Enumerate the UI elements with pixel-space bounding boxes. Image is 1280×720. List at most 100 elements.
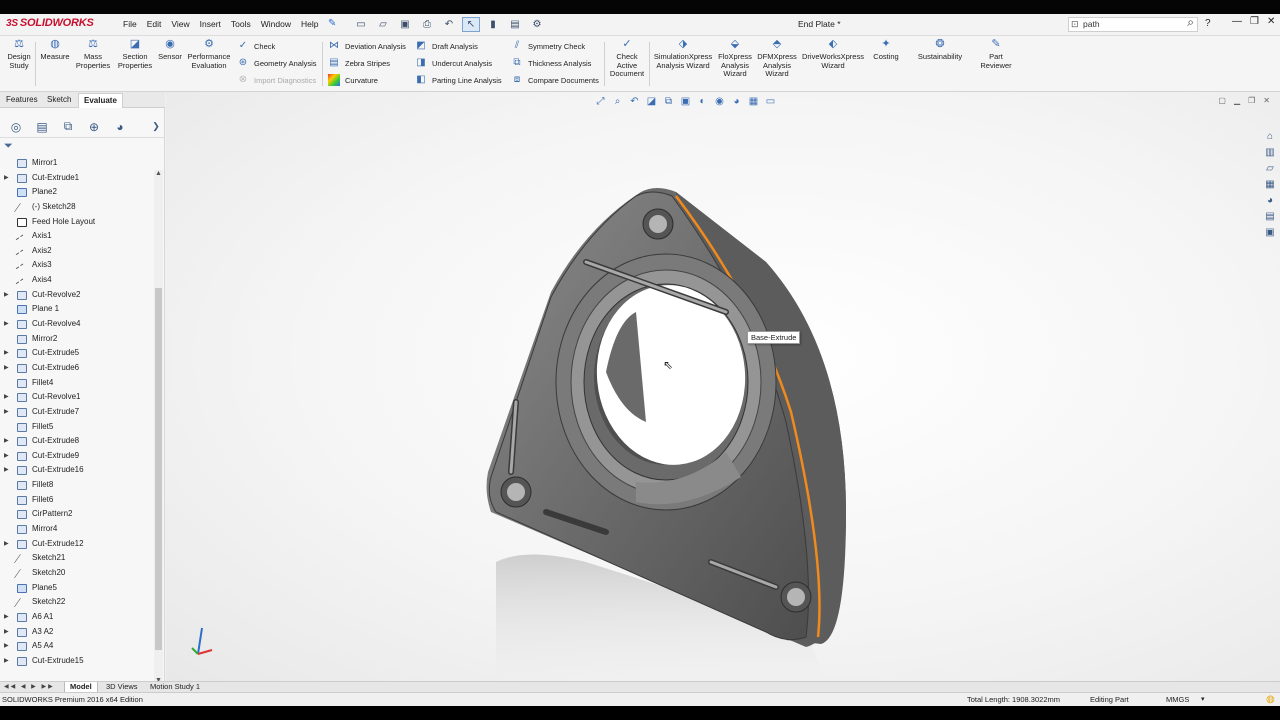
sustainability-button[interactable]: ❂ Sustainability [912,38,968,62]
save-icon[interactable]: ▣ [396,17,414,32]
viewport-tile-icon[interactable]: ▢ [1218,96,1226,105]
search-commands-input[interactable]: ⊡ path ⌕ [1068,16,1198,32]
tree-item[interactable]: Mirror2 [0,332,153,347]
expand-arrow-icon[interactable]: ▶ [4,405,9,420]
check-button[interactable]: ✓ Check [237,40,275,52]
feature-manager-icon[interactable]: ◎ [8,120,24,134]
tree-item[interactable]: Fillet4 [0,376,153,391]
expand-arrow-icon[interactable]: ▶ [4,361,9,376]
tree-item[interactable]: Axis3 [0,258,153,277]
menu-view[interactable]: View [166,19,194,29]
tree-item[interactable]: ▶ A3 A2 [0,625,153,640]
tree-item[interactable]: Fillet6 [0,493,153,508]
filter-icon[interactable]: ⏷ [4,140,13,153]
view-orientation-icon[interactable]: ▣ [679,96,692,107]
help-button[interactable]: ? [1205,18,1211,29]
tree-item[interactable]: ▶ Cut-Extrude9 [0,449,153,464]
apply-scene-icon[interactable]: ▦ [747,96,760,107]
print-icon[interactable]: ⎙ [418,17,436,32]
tree-scrollbar[interactable]: ▲ ▼ [154,170,163,684]
tree-item[interactable]: CirPattern2 [0,507,153,522]
tab-navigation-arrows[interactable]: ◀◀ ◀ ▶ ▶▶ [4,683,55,690]
menu-insert[interactable]: Insert [195,19,226,29]
costing-button[interactable]: ✦ Costing [868,38,904,62]
tree-item[interactable]: Sketch20 [0,566,153,581]
parting-line-analysis-button[interactable]: ◧ Parting Line Analysis [415,74,501,86]
tree-item[interactable]: ▶ A5 A4 [0,639,153,654]
tree-item[interactable]: ▶ Cut-Extrude12 [0,537,153,552]
tree-item[interactable]: Fillet8 [0,478,153,493]
compare-documents-button[interactable]: ⧈ Compare Documents [511,74,599,86]
expand-arrow-icon[interactable]: ▶ [4,288,9,303]
custom-properties-icon[interactable]: ▤ [1263,210,1277,224]
display-style-icon[interactable]: ◐ [696,96,709,107]
pin-menu-icon[interactable]: ✎ [328,18,336,29]
tree-item[interactable]: Sketch22 [0,595,153,610]
expand-arrow-icon[interactable]: ▶ [4,610,9,625]
tree-item[interactable]: ▶ Cut-Extrude7 [0,405,153,420]
tree-item[interactable]: Fillet5 [0,420,153,435]
zoom-to-area-icon[interactable]: ⌕ [611,96,624,107]
units-dropdown-icon[interactable]: ▾ [1201,693,1205,706]
previous-view-icon[interactable]: ↶ [628,96,641,107]
menu-edit[interactable]: Edit [142,19,167,29]
configuration-manager-icon[interactable]: ⧉ [60,119,76,134]
tree-item[interactable]: Axis1 [0,229,153,248]
tree-item[interactable]: ▶ Cut-Extrude6 [0,361,153,376]
restore-icon[interactable]: ❐ [1250,16,1259,27]
section-properties-button[interactable]: ◪ Section Properties [114,38,156,70]
expand-arrow-icon[interactable]: ▶ [4,449,9,464]
tree-item[interactable]: ▶ Cut-Extrude16 [0,463,153,478]
menu-window[interactable]: Window [256,19,296,29]
tree-item[interactable]: Axis4 [0,273,153,292]
select-icon[interactable]: ↖ [462,17,480,32]
tree-item[interactable]: Axis2 [0,244,153,262]
expand-arrow-icon[interactable]: ▶ [4,463,9,478]
viewport-restore-icon[interactable]: ❐ [1248,96,1255,105]
view-palette-icon[interactable]: ▦ [1263,178,1277,192]
expand-arrow-icon[interactable]: ▶ [4,434,9,449]
open-document-icon[interactable]: ▱ [374,17,392,32]
tree-item[interactable]: Mirror1 [0,156,153,171]
tree-item[interactable]: ▶ A6 A1 [0,610,153,625]
dynamic-annotation-icon[interactable]: ⧉ [662,96,675,107]
geometry-analysis-button[interactable]: ⊛ Geometry Analysis [237,57,317,69]
property-manager-icon[interactable]: ▤ [34,120,50,134]
draft-analysis-button[interactable]: ◩ Draft Analysis [415,40,478,52]
floxpress-button[interactable]: ⬙ FloXpress Analysis Wizard [716,38,754,79]
tree-item[interactable]: Plane5 [0,581,153,596]
appearances-icon[interactable]: ◕ [1263,194,1277,208]
hide-show-items-icon[interactable]: ◉ [713,96,726,107]
zebra-stripes-button[interactable]: ▤ Zebra Stripes [328,57,390,69]
measure-button[interactable]: ◍ Measure [38,38,72,62]
tree-item[interactable]: Plane2 [0,185,153,200]
deviation-analysis-button[interactable]: ⋈ Deviation Analysis [328,40,406,52]
search-icon[interactable]: ⌕ [1187,16,1194,29]
tree-item[interactable]: ▶ Cut-Extrude5 [0,346,153,361]
simulationxpress-button[interactable]: ⬗ SimulationXpress Analysis Wizard [652,38,714,70]
new-document-icon[interactable]: ▭ [352,17,370,32]
search-scope-icon[interactable]: ⊡ [1071,18,1079,31]
file-properties-icon[interactable]: ▤ [506,17,524,32]
forum-icon[interactable]: ▣ [1263,226,1277,240]
tree-item[interactable]: ▶ Cut-Extrude15 [0,654,153,669]
zoom-to-fit-icon[interactable]: ⤢ [594,96,607,107]
expand-arrow-icon[interactable]: ▶ [4,625,9,640]
tab-evaluate[interactable]: Evaluate [78,93,123,108]
edit-appearance-icon[interactable]: ◕ [730,96,743,107]
menu-file[interactable]: File [118,19,142,29]
dfmxpress-button[interactable]: ⬘ DFMXpress Analysis Wizard [756,38,798,79]
expand-arrow-icon[interactable]: ▶ [4,537,9,552]
file-explorer-icon[interactable]: ▱ [1263,162,1277,176]
tree-item[interactable]: ▶ Cut-Revolve1 [0,390,153,405]
expand-arrow-icon[interactable]: ▶ [4,346,9,361]
scroll-up-icon[interactable]: ▲ [155,170,162,177]
design-study-button[interactable]: ⚖ Design Study [4,38,34,70]
tree-item[interactable]: Mirror4 [0,522,153,537]
mass-properties-button[interactable]: ⚖ Mass Properties [74,38,112,70]
dimxpert-icon[interactable]: ⊕ [86,120,102,134]
undo-icon[interactable]: ↶ [440,17,458,32]
tab-features[interactable]: Features [1,93,43,108]
tree-item[interactable]: ▶ Cut-Extrude8 [0,434,153,449]
undercut-analysis-button[interactable]: ◨ Undercut Analysis [415,57,492,69]
